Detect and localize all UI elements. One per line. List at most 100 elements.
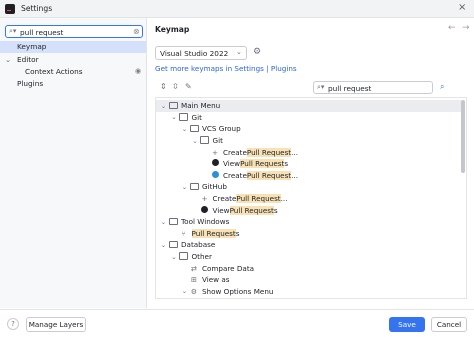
search-value: pull request <box>20 27 64 37</box>
folder-icon <box>168 240 178 251</box>
chevron-down-icon[interactable]: ⌄ <box>159 218 168 226</box>
tree-row-label: s <box>235 228 240 238</box>
sidebar-item-plugins[interactable]: Plugins <box>17 78 43 90</box>
tree-row-label: Compare Data <box>202 263 255 273</box>
tree-row[interactable]: ⌄ ⚙ Show Options Menu <box>156 286 461 298</box>
search-match-highlight: Pull Request <box>246 170 292 180</box>
crucible-icon <box>210 171 220 180</box>
action-search-value: pull request <box>328 83 372 93</box>
forward-arrow-icon[interactable]: → <box>462 23 470 33</box>
tree-row[interactable]: ⑂ Pull Request s <box>156 228 461 240</box>
keymap-dropdown[interactable]: Visual Studio 2022 ⌄ <box>155 46 247 60</box>
gear-icon[interactable]: ⚙ <box>253 47 261 57</box>
github-icon <box>210 159 220 168</box>
tree-row-label: GitHub <box>202 182 227 192</box>
tree-row-label: ... <box>291 147 298 157</box>
search-icon[interactable]: ⌕▾ <box>9 27 16 36</box>
compare-icon: ⇄ <box>190 263 198 273</box>
tree-row-label: View <box>223 159 241 169</box>
tree-row[interactable]: ⌄ GitHub <box>156 181 461 193</box>
pull-request-icon: ⑂ <box>181 228 186 238</box>
folder-icon <box>168 101 178 112</box>
expand-all-icon[interactable]: ⇕ <box>160 82 167 91</box>
tree-row[interactable]: ⌄ Main Menu <box>156 100 461 112</box>
folder-icon <box>179 112 189 123</box>
folder-icon <box>168 217 178 228</box>
tree-row[interactable]: ⌄ Git <box>156 135 461 147</box>
tree-row-label: VCS Group <box>202 124 241 134</box>
tree-row-label: Database <box>181 240 216 250</box>
tree-row-label: Create <box>212 194 237 204</box>
github-icon <box>200 206 210 215</box>
chevron-down-icon[interactable]: ⌄ <box>180 125 189 133</box>
sidebar-item-editor[interactable]: ⌄ Editor <box>5 54 39 66</box>
chevron-down-icon[interactable]: ⌄ <box>180 183 189 191</box>
sidebar-item-label: Editor <box>17 55 39 64</box>
plus-icon: + <box>201 194 208 204</box>
sidebar-item-context-actions[interactable]: Context Actions <box>25 66 83 78</box>
close-icon[interactable]: × <box>458 2 466 13</box>
tree-row-label: s <box>284 159 289 169</box>
tree-row[interactable]: View Pull Request s <box>156 204 461 216</box>
search-match-highlight: Pull Request <box>236 194 281 204</box>
tree-row[interactable]: ⌄ Git <box>156 112 461 124</box>
tree-row-label: Show Options Menu <box>202 286 274 296</box>
folder-icon <box>189 124 199 135</box>
help-button[interactable]: ? <box>7 318 19 330</box>
tree-row-label: Git <box>212 136 223 146</box>
chevron-down-icon[interactable]: ⌄ <box>159 241 168 249</box>
tree-row[interactable]: ⌄ VCS Group <box>156 123 461 135</box>
tree-row[interactable]: + Create Pull Request... <box>156 146 461 158</box>
collapse-all-icon[interactable]: ⇳ <box>172 82 179 91</box>
sidebar-item-label: Plugins <box>17 79 44 88</box>
keymap-tree[interactable]: ⌄ Main Menu ⌄ Git ⌄ VCS Group ⌄ Git + Create Pull… <box>155 97 467 299</box>
chevron-down-icon: ⌄ <box>236 48 242 56</box>
tree-row[interactable]: ⌄ Tool Windows <box>156 216 461 228</box>
tree-row[interactable]: Create Pull Request... <box>156 170 461 182</box>
tree-row[interactable]: ⌄ Other <box>156 251 461 263</box>
tree-row[interactable]: View Pull Request s <box>156 158 461 170</box>
tree-scrollbar[interactable] <box>461 100 465 173</box>
tree-row[interactable]: + Create Pull Request... <box>156 193 461 205</box>
search-match-highlight: Pull Request <box>191 228 236 238</box>
tree-row-label: s <box>273 205 278 215</box>
settings-search-input[interactable]: ⌕▾ pull request ⊗ <box>5 25 143 38</box>
cancel-button[interactable]: Cancel <box>431 317 467 332</box>
folder-icon <box>179 251 189 262</box>
chevron-down-icon[interactable]: ⌄ <box>180 287 189 295</box>
search-icon[interactable]: ⌕▾ <box>317 83 324 92</box>
gear-icon: ⚙ <box>190 286 198 296</box>
search-match-highlight: Pull Request <box>229 205 274 215</box>
folder-icon <box>200 135 210 146</box>
find-by-shortcut-icon[interactable]: ⌕ <box>440 82 444 92</box>
window-title: Settings <box>21 4 53 13</box>
tree-row-label: View as <box>202 275 230 285</box>
chevron-down-icon[interactable]: ⌄ <box>5 54 17 66</box>
sidebar-item-keymap[interactable]: Keymap <box>0 41 146 53</box>
chevron-down-icon[interactable]: ⌄ <box>170 113 179 121</box>
chevron-down-icon[interactable]: ⌄ <box>170 253 179 261</box>
get-keymaps-link[interactable]: Get more keymaps in Settings | Plugins <box>155 64 297 73</box>
keymap-dropdown-value: Visual Studio 2022 <box>160 49 229 58</box>
chevron-down-icon[interactable]: ⌄ <box>191 137 200 145</box>
clear-icon[interactable]: ⊗ <box>133 27 140 36</box>
sidebar-item-label: Keymap <box>17 42 47 51</box>
tree-row-label: Create <box>223 170 247 180</box>
tree-row[interactable]: ⊞ View as <box>156 274 461 286</box>
tree-row[interactable]: ⌄ Database <box>156 239 461 251</box>
back-arrow-icon[interactable]: ← <box>448 23 456 33</box>
sidebar-item-label: Context Actions <box>25 67 83 76</box>
tree-row-label: ... <box>280 194 288 204</box>
chevron-down-icon[interactable]: ⌄ <box>159 102 168 110</box>
save-button[interactable]: Save <box>389 317 425 332</box>
tree-row-label: View <box>212 205 230 215</box>
tree-row-label: Other <box>191 252 212 262</box>
manage-layers-button[interactable]: Manage Layers <box>26 317 86 332</box>
tree-row[interactable]: ⇄ Compare Data <box>156 262 461 274</box>
view-icon: ⊞ <box>190 275 198 285</box>
edit-icon[interactable]: ✎ <box>185 82 192 91</box>
eye-icon: ◉ <box>135 67 142 75</box>
tree-row-label: Tool Windows <box>181 217 230 227</box>
search-match-highlight: Pull Request <box>240 159 285 169</box>
action-search-input[interactable]: ⌕▾ pull request <box>313 81 433 94</box>
